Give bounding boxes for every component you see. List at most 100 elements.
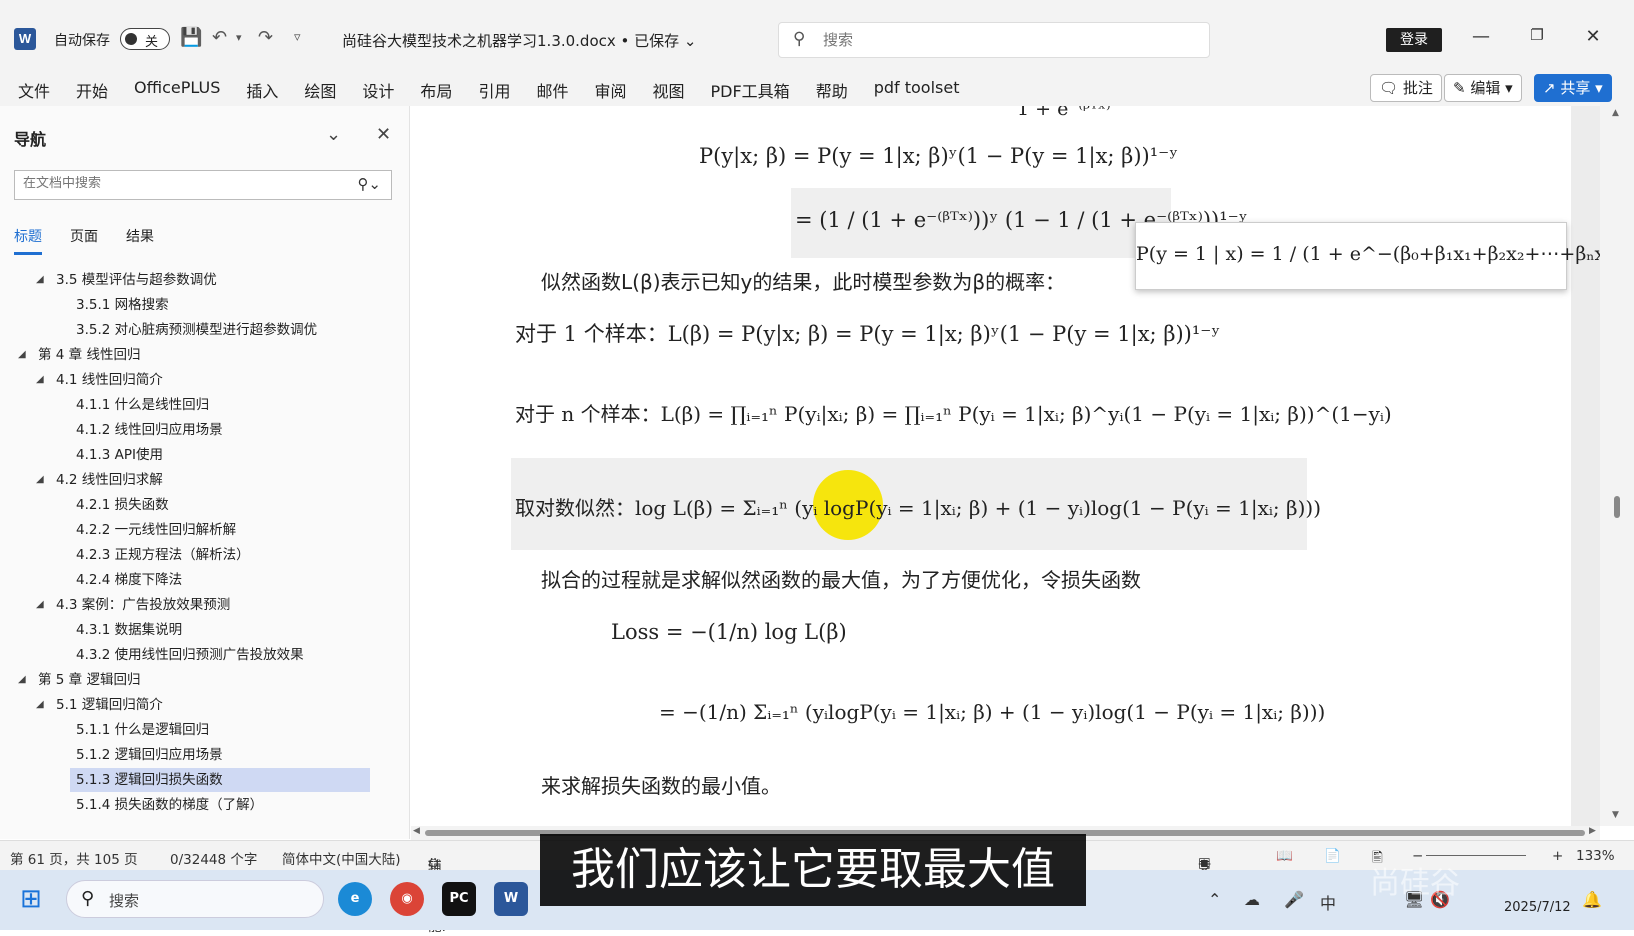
nav-heading-item[interactable]: 4.2.3 正规方程法（解析法） <box>76 543 250 567</box>
vertical-scrollbar[interactable]: ▲ ▼ <box>1600 106 1634 826</box>
scroll-up-icon[interactable]: ▲ <box>1612 108 1619 118</box>
undo-icon[interactable]: ↶ <box>212 26 227 50</box>
document-title[interactable]: 尚硅谷大模型技术之机器学习1.3.0.docx • 已保存 ⌄ <box>342 30 697 51</box>
share-button[interactable]: ↗ 共享 ▾ <box>1534 74 1612 102</box>
nav-heading-item[interactable]: 4.1.1 什么是线性回归 <box>76 393 209 417</box>
edge-icon[interactable]: e <box>338 882 372 916</box>
microphone-icon[interactable]: 🎤 <box>1284 890 1304 909</box>
equation-popup: P(y = 1 | x) = 1 / (1 + e^−(β₀+β₁x₁+β₂x₂… <box>1135 222 1600 290</box>
chrome-icon[interactable]: ◉ <box>390 882 424 916</box>
scroll-right-icon[interactable]: ▶ <box>1589 826 1596 836</box>
input-method-icon[interactable]: 中 <box>1320 890 1336 914</box>
nav-heading-item[interactable]: 4.3.2 使用线性回归预测广告投放效果 <box>76 643 304 667</box>
chevron-up-icon[interactable]: ⌃ <box>1208 890 1221 909</box>
tab-design[interactable]: 设计 <box>362 78 394 102</box>
nav-heading-item[interactable]: ◢ 第 4 章 线性回归 <box>18 343 140 367</box>
tab-file[interactable]: 文件 <box>18 78 50 102</box>
page-count[interactable]: 第 61 页，共 105 页 <box>10 848 138 868</box>
zoom-in-icon[interactable]: + <box>1552 848 1563 864</box>
nav-heading-item[interactable]: 4.2.1 损失函数 <box>76 493 169 517</box>
nav-heading-item[interactable]: ◢ 3.5 模型评估与超参数调优 <box>36 268 217 292</box>
nav-heading-item[interactable]: 5.1.3 逻辑回归损失函数 <box>70 768 370 792</box>
print-layout-icon[interactable]: 📄 <box>1324 848 1341 864</box>
nav-heading-item[interactable]: 4.1.3 API使用 <box>76 443 163 467</box>
save-icon[interactable]: 💾 <box>180 26 202 50</box>
nav-heading-item[interactable]: 4.1.2 线性回归应用场景 <box>76 418 223 442</box>
zoom-slider[interactable] <box>1426 855 1526 856</box>
tab-help[interactable]: 帮助 <box>816 78 848 102</box>
read-mode-icon[interactable]: 📖 <box>1276 848 1293 864</box>
nav-heading-item[interactable]: 4.3.1 数据集说明 <box>76 618 182 642</box>
scroll-down-icon[interactable]: ▼ <box>1612 810 1619 820</box>
search-input[interactable] <box>823 29 1183 51</box>
nav-heading-item[interactable]: 5.1.4 损失函数的梯度（了解） <box>76 793 263 817</box>
undo-dropdown-icon[interactable]: ▾ <box>236 26 242 50</box>
nav-search[interactable]: ⚲⌄ <box>14 170 392 200</box>
zoom-level[interactable]: 133% <box>1576 848 1615 864</box>
login-button[interactable]: 登录 <box>1386 28 1442 52</box>
nav-heading-item[interactable]: ◢ 第 5 章 逻辑回归 <box>18 668 140 692</box>
tab-references[interactable]: 引用 <box>478 78 510 102</box>
comment-button[interactable]: 🗨 批注 <box>1370 74 1442 102</box>
autosave-toggle[interactable]: 关 <box>120 28 170 50</box>
nav-heading-item[interactable]: ◢ 5.1 逻辑回归简介 <box>36 693 163 717</box>
nav-heading-label: 4.2.2 一元线性回归解析解 <box>76 522 237 538</box>
nav-search-input[interactable] <box>23 176 343 191</box>
expand-triangle-icon[interactable]: ◢ <box>36 368 44 392</box>
tab-layout[interactable]: 布局 <box>420 78 452 102</box>
word-icon[interactable]: W <box>494 882 528 916</box>
document-page[interactable]: 1 + e⁻⁽ᵝᵀˣ⁾ P(y|x; β) = P(y = 1|x; β)ʸ(1… <box>411 106 1600 826</box>
language-status[interactable]: 简体中文(中国大陆) <box>282 848 401 868</box>
nav-heading-item[interactable]: 3.5.1 网格搜索 <box>76 293 169 317</box>
nav-heading-label: 4.1.2 线性回归应用场景 <box>76 422 223 438</box>
nav-heading-item[interactable]: 5.1.2 逻辑回归应用场景 <box>76 743 223 767</box>
expand-triangle-icon[interactable]: ◢ <box>36 593 44 617</box>
nav-heading-item[interactable]: 4.2.2 一元线性回归解析解 <box>76 518 236 542</box>
close-icon[interactable]: ✕ <box>1578 26 1608 47</box>
global-search[interactable]: ⚲ <box>778 22 1210 58</box>
expand-triangle-icon[interactable]: ◢ <box>36 468 44 492</box>
tab-home[interactable]: 开始 <box>76 78 108 102</box>
expand-triangle-icon[interactable]: ◢ <box>36 693 44 717</box>
search-icon[interactable]: ⚲⌄ <box>357 175 381 193</box>
restore-icon[interactable]: ❐ <box>1522 26 1552 44</box>
edit-button[interactable]: ✎ 编辑 ▾ <box>1444 74 1522 102</box>
tab-view[interactable]: 视图 <box>652 78 684 102</box>
redo-icon[interactable]: ↷ <box>258 26 273 50</box>
chevron-down-icon[interactable]: ⌄ <box>326 124 341 145</box>
tab-pdf-toolbox[interactable]: PDF工具箱 <box>711 78 790 102</box>
nav-heading-item[interactable]: ◢ 4.2 线性回归求解 <box>36 468 163 492</box>
nav-heading-item[interactable]: 4.2.4 梯度下降法 <box>76 568 182 592</box>
taskbar-date[interactable]: 2025/7/12 <box>1504 900 1571 915</box>
nav-close-icon[interactable]: ✕ <box>376 124 391 145</box>
onedrive-icon[interactable]: ☁ <box>1244 890 1260 909</box>
nav-tab-headings[interactable]: 标题 <box>14 226 42 255</box>
nav-tab-pages[interactable]: 页面 <box>70 226 98 255</box>
tab-draw[interactable]: 绘图 <box>304 78 336 102</box>
tab-insert[interactable]: 插入 <box>246 78 278 102</box>
scroll-left-icon[interactable]: ◀ <box>413 826 420 836</box>
tab-mailings[interactable]: 邮件 <box>536 78 568 102</box>
nav-heading-item[interactable]: 3.5.2 对心脏病预测模型进行超参数调优 <box>76 318 317 342</box>
nav-heading-item[interactable]: ◢ 4.3 案例：广告投放效果预测 <box>36 593 230 617</box>
customize-icon[interactable]: ▿ <box>294 26 301 50</box>
taskbar-search[interactable]: ⚲ 搜索 <box>66 880 324 918</box>
autosave-state: 关 <box>145 35 159 50</box>
one-sample-likelihood: 对于 1 个样本：L(β) = P(y|x; β) = P(y = 1|x; β… <box>515 322 1221 346</box>
expand-triangle-icon[interactable]: ◢ <box>18 668 26 692</box>
notification-icon[interactable]: 🔔 <box>1582 890 1602 909</box>
tab-review[interactable]: 审阅 <box>594 78 626 102</box>
vertical-scroll-thumb[interactable] <box>1614 496 1620 518</box>
expand-triangle-icon[interactable]: ◢ <box>18 343 26 367</box>
taskbar-search-label: 搜索 <box>109 892 140 910</box>
pycharm-icon[interactable]: PC <box>442 882 476 916</box>
windows-start-icon[interactable]: ⊞ <box>20 884 42 914</box>
minimize-icon[interactable]: — <box>1466 26 1496 47</box>
tab-pdf-toolset[interactable]: pdf toolset <box>874 78 960 102</box>
expand-triangle-icon[interactable]: ◢ <box>36 268 44 292</box>
word-count[interactable]: 0/32448 个字 <box>170 848 257 868</box>
nav-tab-results[interactable]: 结果 <box>126 226 154 255</box>
nav-heading-item[interactable]: ◢ 4.1 线性回归简介 <box>36 368 163 392</box>
nav-heading-item[interactable]: 5.1.1 什么是逻辑回归 <box>76 718 209 742</box>
tab-officeplus[interactable]: OfficePLUS <box>134 78 220 102</box>
